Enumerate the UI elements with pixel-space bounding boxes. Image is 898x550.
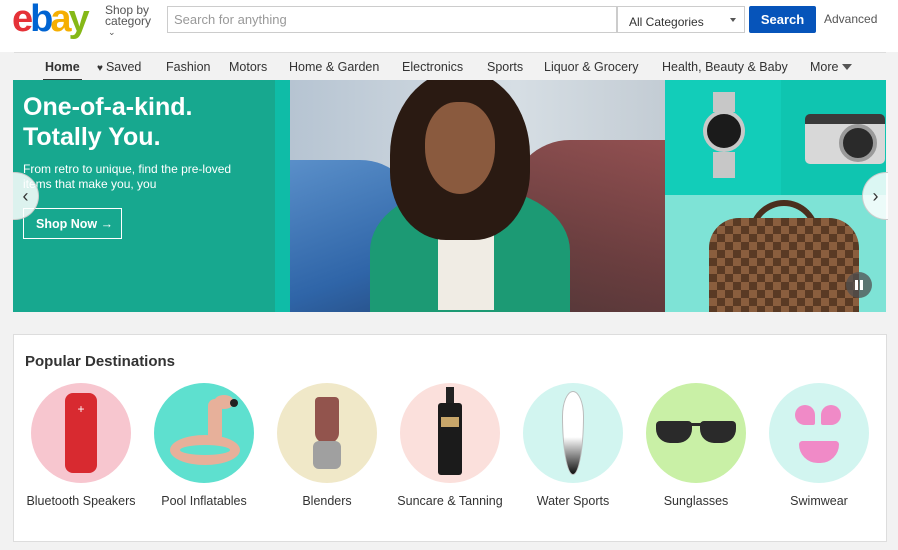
destination-swimwear[interactable]: Swimwear [759,383,879,509]
destination-bluetooth-speakers[interactable]: + Bluetooth Speakers [21,383,141,509]
flamingo-float-icon [154,383,254,483]
section-title: Popular Destinations [25,353,176,370]
destination-sunglasses[interactable]: Sunglasses [636,383,756,509]
nav-item-label: Home [45,60,80,74]
nav-item-sports[interactable]: Sports [487,60,523,74]
hero-title-line2: Totally You. [23,123,161,151]
hero-title-line1: One-of-a-kind. [23,93,193,121]
tanning-bottle-icon [400,383,500,483]
sunglasses-icon [646,383,746,483]
caret-down-icon [842,64,853,70]
blender-icon [277,383,377,483]
logo-letter-y: y [68,0,90,40]
nav-item-more[interactable]: More [810,60,853,74]
watch-icon [703,110,745,152]
nav-item-label: Saved [105,60,142,74]
nav-item-home-garden[interactable]: Home & Garden [289,60,379,74]
hero-photo-woman [290,80,665,312]
nav-item-label: Motors [229,60,268,74]
category-nav: Home ♥ Saved Fashion Motors Home & Garden… [14,52,886,81]
nav-item-motors[interactable]: Motors [229,60,267,74]
bikini-icon [769,383,869,483]
destination-label: Suncare & Tanning [397,494,503,508]
nav-item-label: Electronics [402,60,464,74]
nav-item-label: More [810,60,839,74]
nav-item-label: Health, Beauty & Baby [662,60,788,74]
ebay-home-page: ebay Shop by category ⌄ All Categories S… [0,0,898,550]
search-box [167,6,617,33]
ebay-logo[interactable]: ebay [12,0,90,40]
header: ebay Shop by category ⌄ All Categories S… [0,0,898,52]
hero-divider-strip [275,80,290,312]
person-illustration [425,102,495,194]
nav-item-home[interactable]: Home [43,60,82,81]
destination-label: Bluetooth Speakers [26,494,136,508]
chevron-down-icon: ⌄ [108,27,116,37]
destination-blenders[interactable]: Blenders [267,383,387,509]
pause-icon[interactable] [846,272,872,298]
search-button[interactable]: Search [749,6,816,33]
popular-destinations: Popular Destinations + Bluetooth Speaker… [13,334,887,542]
nav-item-label: Sports [487,60,524,74]
logo-letter-b: b [30,0,53,40]
speaker-icon: + [31,383,131,483]
search-input[interactable] [168,7,616,32]
nav-item-label: Home & Garden [289,60,380,74]
shop-by-line2: category [105,14,152,28]
category-select[interactable]: All Categories [617,6,745,33]
arrow-right-icon: → [100,217,114,231]
camera-icon [839,124,877,162]
destination-label: Sunglasses [663,494,729,508]
caret-down-icon [730,18,736,22]
shop-now-button[interactable]: Shop Now → [23,208,122,239]
shop-now-label: Shop Now [36,217,98,231]
nav-item-health-beauty-baby[interactable]: Health, Beauty & Baby [662,60,788,74]
nav-item-fashion[interactable]: Fashion [166,60,210,74]
nav-item-label: Fashion [166,60,211,74]
destination-label: Blenders [302,494,352,508]
shop-by-category[interactable]: Shop by category ⌄ [105,4,152,38]
handbag-icon [709,218,859,312]
destination-label: Swimwear [790,494,848,508]
destination-label: Pool Inflatables [161,494,247,508]
nav-item-electronics[interactable]: Electronics [402,60,463,74]
watch-tile [665,80,781,195]
destination-suncare-tanning[interactable]: Suncare & Tanning [390,383,510,509]
category-selected: All Categories [629,15,704,29]
destination-water-sports[interactable]: Water Sports [513,383,633,509]
logo-letter-a: a [50,0,71,40]
surfboard-icon [523,383,623,483]
hero-text-panel: One-of-a-kind. Totally You. From retro t… [13,80,275,312]
heart-icon: ♥ [97,63,103,74]
nav-item-label: Liquor & Grocery [544,60,639,74]
destination-pool-inflatables[interactable]: Pool Inflatables [144,383,264,509]
nav-item-liquor-grocery[interactable]: Liquor & Grocery [544,60,638,74]
hero-banner[interactable]: One-of-a-kind. Totally You. From retro t… [13,80,886,312]
nav-item-saved[interactable]: ♥ Saved [97,60,141,74]
watch-icon [713,92,735,112]
hero-title: One-of-a-kind. Totally You. [23,92,273,152]
advanced-search-link[interactable]: Advanced [824,12,877,26]
destination-label: Water Sports [536,494,610,508]
logo-letter-e: e [12,0,33,40]
hero-subtitle: From retro to unique, find the pre-loved… [23,162,232,191]
watch-icon [713,152,735,178]
